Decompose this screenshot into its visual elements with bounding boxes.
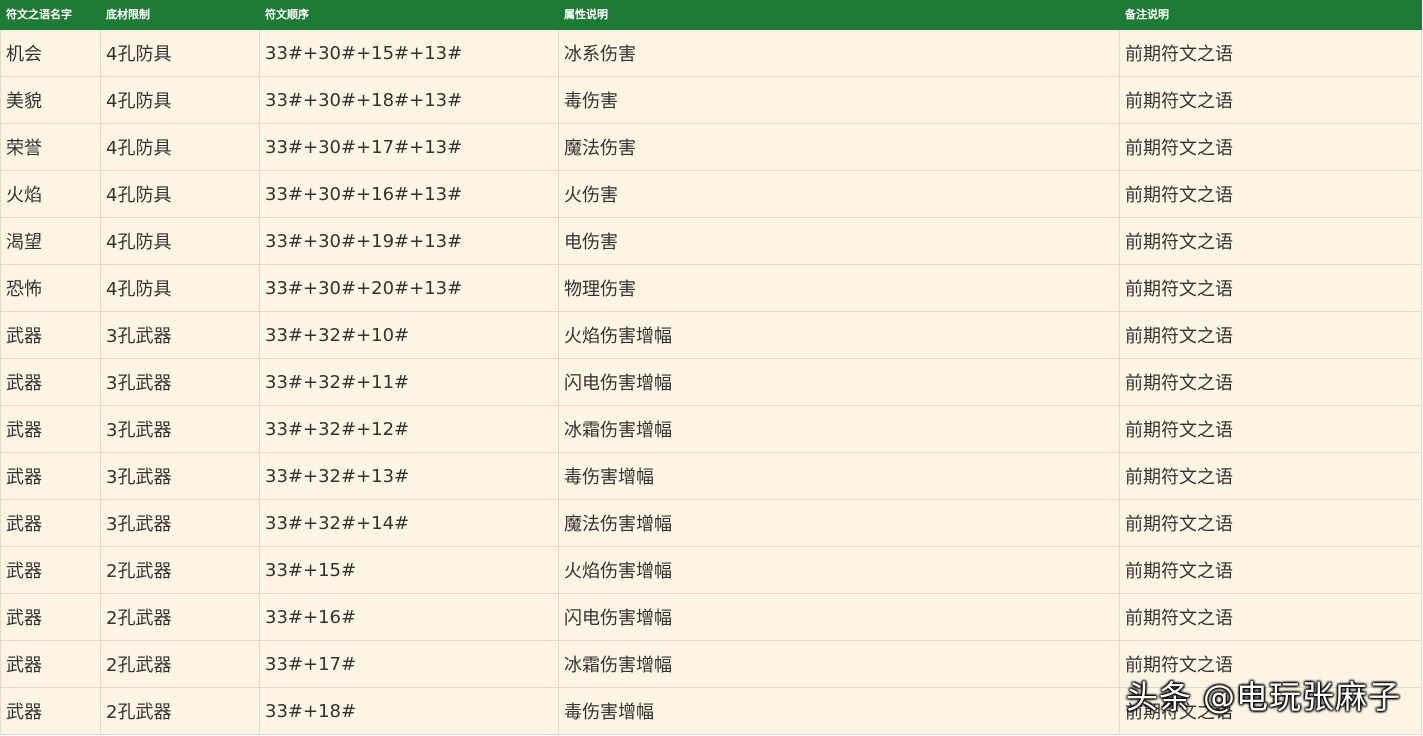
cell-runeword-name: 武器 <box>0 452 101 500</box>
page: 符文之语名字 底材限制 符文顺序 属性说明 备注说明 机会 4孔防具 33#+30#… <box>0 0 1423 736</box>
table-row: 机会 4孔防具 33#+30#+15#+13# 冰系伤害 前期符文之语 <box>0 29 1422 77</box>
cell-attribute-desc: 毒伤害增幅 <box>558 687 1120 735</box>
cell-runeword-name: 武器 <box>0 499 101 547</box>
header-remark: 备注说明 <box>1119 0 1422 30</box>
cell-attribute-desc: 冰系伤害 <box>558 29 1120 77</box>
table-row: 武器 2孔武器 33#+15# 火焰伤害增幅 前期符文之语 <box>0 546 1422 594</box>
header-attribute-desc: 属性说明 <box>558 0 1120 30</box>
cell-runeword-name: 武器 <box>0 405 101 453</box>
table-row: 武器 3孔武器 33#+32#+12# 冰霜伤害增幅 前期符文之语 <box>0 405 1422 453</box>
runeword-table: 符文之语名字 底材限制 符文顺序 属性说明 备注说明 机会 4孔防具 33#+30#… <box>0 0 1422 735</box>
cell-base-limit: 4孔防具 <box>100 170 260 218</box>
watermark-text: 头条 @电玩张麻子 <box>1125 678 1401 716</box>
cell-base-limit: 4孔防具 <box>100 76 260 124</box>
cell-rune-order: 33#+30#+17#+13# <box>259 123 559 171</box>
header-base-limit: 底材限制 <box>100 0 260 30</box>
cell-base-limit: 4孔防具 <box>100 123 260 171</box>
cell-runeword-name: 恐怖 <box>0 264 101 312</box>
cell-remark: 前期符文之语 <box>1119 358 1422 406</box>
cell-base-limit: 4孔防具 <box>100 29 260 77</box>
cell-rune-order: 33#+15# <box>259 546 559 594</box>
cell-rune-order: 33#+30#+15#+13# <box>259 29 559 77</box>
cell-attribute-desc: 毒伤害 <box>558 76 1120 124</box>
cell-attribute-desc: 火伤害 <box>558 170 1120 218</box>
cell-runeword-name: 荣誉 <box>0 123 101 171</box>
table-row: 渴望 4孔防具 33#+30#+19#+13# 电伤害 前期符文之语 <box>0 217 1422 265</box>
table-body: 机会 4孔防具 33#+30#+15#+13# 冰系伤害 前期符文之语 美貌 4孔防具 33#… <box>0 29 1422 735</box>
cell-base-limit: 3孔武器 <box>100 358 260 406</box>
table-row: 荣誉 4孔防具 33#+30#+17#+13# 魔法伤害 前期符文之语 <box>0 123 1422 171</box>
table-row: 恐怖 4孔防具 33#+30#+20#+13# 物理伤害 前期符文之语 <box>0 264 1422 312</box>
cell-base-limit: 2孔武器 <box>100 687 260 735</box>
table-row: 武器 3孔武器 33#+32#+13# 毒伤害增幅 前期符文之语 <box>0 452 1422 500</box>
table-row: 武器 3孔武器 33#+32#+11# 闪电伤害增幅 前期符文之语 <box>0 358 1422 406</box>
cell-remark: 前期符文之语 <box>1119 29 1422 77</box>
header-rune-order: 符文顺序 <box>259 0 559 30</box>
table-row: 武器 3孔武器 33#+32#+10# 火焰伤害增幅 前期符文之语 <box>0 311 1422 359</box>
cell-base-limit: 2孔武器 <box>100 593 260 641</box>
cell-base-limit: 3孔武器 <box>100 452 260 500</box>
table-row: 武器 2孔武器 33#+16# 闪电伤害增幅 前期符文之语 <box>0 593 1422 641</box>
cell-attribute-desc: 火焰伤害增幅 <box>558 546 1120 594</box>
cell-rune-order: 33#+30#+20#+13# <box>259 264 559 312</box>
cell-remark: 前期符文之语 <box>1119 546 1422 594</box>
cell-remark: 前期符文之语 <box>1119 170 1422 218</box>
cell-runeword-name: 武器 <box>0 687 101 735</box>
header-runeword-name: 符文之语名字 <box>0 0 101 30</box>
cell-attribute-desc: 闪电伤害增幅 <box>558 358 1120 406</box>
cell-runeword-name: 武器 <box>0 640 101 688</box>
cell-base-limit: 2孔武器 <box>100 640 260 688</box>
cell-rune-order: 33#+32#+13# <box>259 452 559 500</box>
cell-remark: 前期符文之语 <box>1119 123 1422 171</box>
cell-attribute-desc: 毒伤害增幅 <box>558 452 1120 500</box>
cell-runeword-name: 美貌 <box>0 76 101 124</box>
cell-remark: 前期符文之语 <box>1119 264 1422 312</box>
table-row: 火焰 4孔防具 33#+30#+16#+13# 火伤害 前期符文之语 <box>0 170 1422 218</box>
cell-runeword-name: 火焰 <box>0 170 101 218</box>
cell-remark: 前期符文之语 <box>1119 76 1422 124</box>
cell-attribute-desc: 物理伤害 <box>558 264 1120 312</box>
cell-remark: 前期符文之语 <box>1119 311 1422 359</box>
cell-attribute-desc: 冰霜伤害增幅 <box>558 640 1120 688</box>
cell-rune-order: 33#+16# <box>259 593 559 641</box>
cell-remark: 前期符文之语 <box>1119 405 1422 453</box>
cell-attribute-desc: 火焰伤害增幅 <box>558 311 1120 359</box>
cell-rune-order: 33#+32#+14# <box>259 499 559 547</box>
cell-runeword-name: 武器 <box>0 358 101 406</box>
cell-rune-order: 33#+32#+10# <box>259 311 559 359</box>
cell-attribute-desc: 魔法伤害 <box>558 123 1120 171</box>
cell-rune-order: 33#+30#+18#+13# <box>259 76 559 124</box>
cell-runeword-name: 武器 <box>0 546 101 594</box>
cell-base-limit: 2孔武器 <box>100 546 260 594</box>
table-row: 美貌 4孔防具 33#+30#+18#+13# 毒伤害 前期符文之语 <box>0 76 1422 124</box>
cell-rune-order: 33#+18# <box>259 687 559 735</box>
cell-attribute-desc: 魔法伤害增幅 <box>558 499 1120 547</box>
cell-remark: 前期符文之语 <box>1119 452 1422 500</box>
cell-base-limit: 4孔防具 <box>100 264 260 312</box>
cell-base-limit: 4孔防具 <box>100 217 260 265</box>
cell-attribute-desc: 电伤害 <box>558 217 1120 265</box>
cell-remark: 前期符文之语 <box>1119 499 1422 547</box>
table-row: 武器 3孔武器 33#+32#+14# 魔法伤害增幅 前期符文之语 <box>0 499 1422 547</box>
cell-rune-order: 33#+32#+11# <box>259 358 559 406</box>
cell-base-limit: 3孔武器 <box>100 499 260 547</box>
cell-runeword-name: 渴望 <box>0 217 101 265</box>
cell-runeword-name: 武器 <box>0 593 101 641</box>
cell-rune-order: 33#+30#+19#+13# <box>259 217 559 265</box>
cell-runeword-name: 武器 <box>0 311 101 359</box>
cell-base-limit: 3孔武器 <box>100 311 260 359</box>
cell-runeword-name: 机会 <box>0 29 101 77</box>
cell-rune-order: 33#+30#+16#+13# <box>259 170 559 218</box>
table-header: 符文之语名字 底材限制 符文顺序 属性说明 备注说明 <box>0 0 1422 30</box>
cell-attribute-desc: 闪电伤害增幅 <box>558 593 1120 641</box>
header-row: 符文之语名字 底材限制 符文顺序 属性说明 备注说明 <box>0 0 1422 30</box>
cell-remark: 前期符文之语 <box>1119 593 1422 641</box>
cell-rune-order: 33#+32#+12# <box>259 405 559 453</box>
cell-rune-order: 33#+17# <box>259 640 559 688</box>
cell-remark: 前期符文之语 <box>1119 217 1422 265</box>
cell-attribute-desc: 冰霜伤害增幅 <box>558 405 1120 453</box>
cell-base-limit: 3孔武器 <box>100 405 260 453</box>
